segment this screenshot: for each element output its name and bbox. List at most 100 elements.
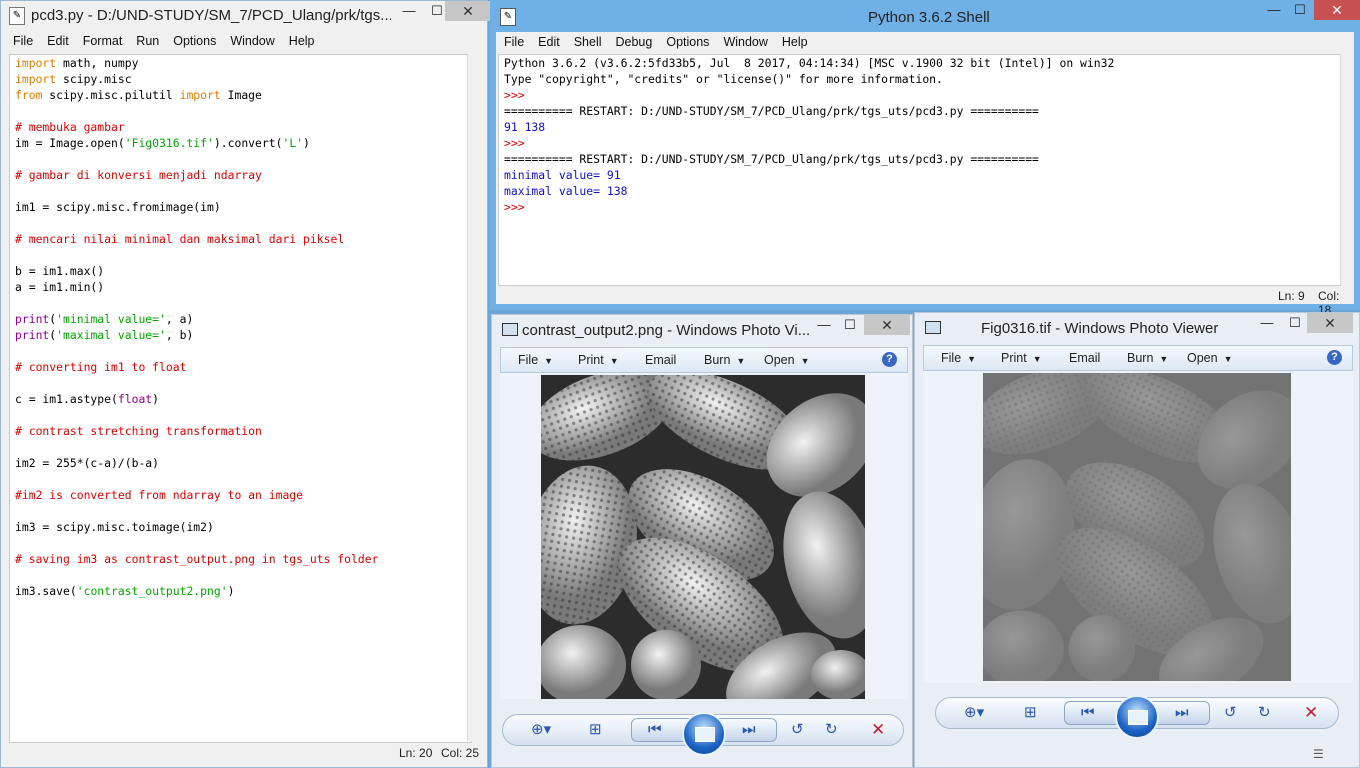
rotate-clockwise-icon[interactable]: ↻ (1258, 703, 1271, 723)
viewer2-toolbar: File ▼ Print ▼ Email Burn ▼ Open ▼ ? (923, 345, 1353, 371)
code-line: a = im1.min() (15, 279, 471, 295)
viewer2-maximize-button[interactable]: ☐ (1281, 313, 1309, 333)
viewer2-open-menu[interactable]: Open ▼ (1187, 351, 1233, 365)
viewer1-minimize-button[interactable]: — (810, 315, 838, 335)
viewer2-email-button[interactable]: Email (1069, 351, 1100, 365)
code-line: im2 = 255*(c-a)/(b-a) (15, 455, 471, 471)
viewer1-open-menu[interactable]: Open ▼ (764, 353, 810, 367)
viewer2-controls: ⊕▾ ⊞ ⏮ ⏭ ↺ ↻ ✕ (935, 695, 1339, 739)
actual-size-icon[interactable]: ⊞ (589, 720, 602, 740)
open-label: Open (1187, 351, 1218, 365)
delete-icon[interactable]: ✕ (1304, 703, 1318, 723)
editor-status-ln: Ln: 20 (399, 746, 433, 760)
rotate-clockwise-icon[interactable]: ↻ (825, 720, 838, 740)
code-token: >>> (504, 136, 525, 150)
actual-size-icon[interactable]: ⊞ (1024, 703, 1037, 723)
code-token: 'Fig0316.tif' (124, 136, 214, 150)
shell-output-area[interactable]: Python 3.6.2 (v3.6.2:5fd33b5, Jul 8 2017… (498, 54, 1341, 286)
code-token: im1 = scipy.misc.fromimage(im) (15, 200, 221, 214)
editor-menu-window[interactable]: Window (230, 34, 274, 48)
code-token: print (15, 312, 50, 326)
editor-menu-file[interactable]: File (13, 34, 33, 48)
shell-titlebar[interactable]: ✎ Python 3.6.2 Shell — ☐ ✕ (490, 0, 1360, 30)
delete-icon[interactable]: ✕ (871, 720, 885, 740)
editor-menu-run[interactable]: Run (136, 34, 159, 48)
viewer2-minimize-button[interactable]: — (1253, 313, 1281, 333)
code-token: math, numpy (56, 56, 139, 70)
editor-scrollbar[interactable] (467, 54, 482, 741)
rotate-counterclockwise-icon[interactable]: ↺ (791, 720, 804, 740)
slideshow-icon[interactable] (682, 712, 726, 756)
shell-menu-window[interactable]: Window (723, 35, 767, 49)
viewer2-burn-menu[interactable]: Burn ▼ (1127, 351, 1168, 365)
help-icon[interactable]: ? (882, 352, 897, 367)
shell-line: >>> (504, 199, 1340, 215)
viewer1-titlebar[interactable]: contrast_output2.png - Windows Photo Vi.… (492, 315, 912, 345)
viewer1-email-button[interactable]: Email (645, 353, 676, 367)
contrast-output-image (541, 375, 865, 699)
code-line: print('maximal value=', b) (15, 327, 471, 343)
code-line: b = im1.max() (15, 263, 471, 279)
editor-menu-edit[interactable]: Edit (47, 34, 69, 48)
open-label: Open (764, 353, 795, 367)
slideshow-icon[interactable] (1115, 695, 1159, 739)
shell-menu-debug[interactable]: Debug (616, 35, 653, 49)
editor-menu-format[interactable]: Format (83, 34, 123, 48)
viewer1-burn-menu[interactable]: Burn ▼ (704, 353, 745, 367)
next-icon[interactable]: ⏭ (1175, 703, 1189, 723)
taskbar-list-icon[interactable]: ☰ (1313, 747, 1335, 763)
code-token: ) (227, 584, 235, 598)
previous-icon[interactable]: ⏮ (1081, 703, 1095, 723)
help-icon[interactable]: ? (1327, 350, 1342, 365)
code-line: im3.save('contrast_output2.png') (15, 583, 471, 599)
editor-menu-options[interactable]: Options (173, 34, 216, 48)
next-icon[interactable]: ⏭ (742, 720, 756, 740)
minimize-button[interactable]: — (395, 1, 423, 21)
code-token: import (15, 72, 57, 86)
viewer2-close-button[interactable]: ✕ (1307, 313, 1353, 333)
editor-code-area[interactable]: import math, numpy import scipy.misc from … (9, 54, 472, 743)
shell-menu-file[interactable]: File (504, 35, 524, 49)
chevron-down-icon: ▼ (800, 356, 810, 366)
code-token: 'contrast_output2.png' (76, 584, 228, 598)
shell-close-button[interactable]: ✕ (1314, 0, 1360, 20)
viewer1-close-button[interactable]: ✕ (864, 315, 910, 335)
shell-line: Python 3.6.2 (v3.6.2:5fd33b5, Jul 8 2017… (504, 55, 1340, 71)
shell-menu-shell[interactable]: Shell (574, 35, 602, 49)
viewer1-maximize-button[interactable]: ☐ (836, 315, 864, 335)
code-line: # converting im1 to float (15, 359, 471, 375)
viewer2-titlebar[interactable]: Fig0316.tif - Windows Photo Viewer — ☐ ✕ (915, 313, 1359, 343)
code-line: # gambar di konversi menjadi ndarray (15, 167, 471, 183)
zoom-icon[interactable]: ⊕▾ (964, 703, 984, 723)
shell-menu-options[interactable]: Options (666, 35, 709, 49)
chevron-down-icon: ▼ (736, 356, 746, 366)
previous-icon[interactable]: ⏮ (648, 720, 662, 740)
editor-titlebar[interactable]: ✎ pcd3.py - D:/UND-STUDY/SM_7/PCD_Ulang/… (1, 1, 491, 31)
shell-frame: File Edit Shell Debug Options Window Help Pyth… (496, 32, 1354, 317)
python-file-icon: ✎ (9, 7, 25, 25)
rotate-counterclockwise-icon[interactable]: ↺ (1224, 703, 1237, 723)
shell-scrollbar[interactable] (1340, 54, 1354, 284)
shell-menu-help[interactable]: Help (782, 35, 808, 49)
shell-maximize-button[interactable]: ☐ (1286, 0, 1314, 20)
zoom-icon[interactable]: ⊕▾ (531, 720, 551, 740)
viewer1-nav-pill: ⏮ ⏭ (631, 712, 777, 756)
shell-menu-edit[interactable]: Edit (538, 35, 560, 49)
editor-menu-help[interactable]: Help (289, 34, 315, 48)
code-token: im3.save( (15, 584, 77, 598)
code-token: Python 3.6.2 (v3.6.2:5fd33b5, Jul 8 2017… (504, 56, 1115, 70)
code-token: 91 138 (504, 120, 546, 134)
viewer2-file-menu[interactable]: File ▼ (941, 351, 976, 365)
code-token: import (179, 88, 221, 102)
shell-minimize-button[interactable]: — (1260, 0, 1288, 20)
code-token: scipy.misc (56, 72, 132, 86)
viewer2-print-menu[interactable]: Print ▼ (1001, 351, 1042, 365)
close-button[interactable]: ✕ (445, 1, 491, 21)
viewer1-file-menu[interactable]: File ▼ (518, 353, 553, 367)
viewer1-print-menu[interactable]: Print ▼ (578, 353, 619, 367)
